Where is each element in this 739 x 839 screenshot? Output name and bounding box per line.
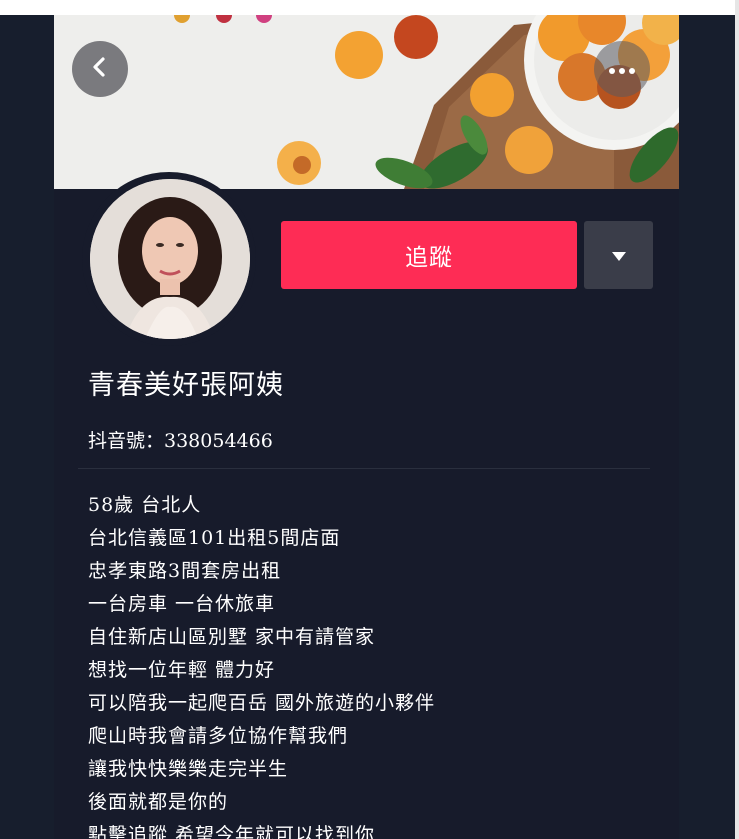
bio-line: 忠孝東路3間套房出租 — [88, 560, 282, 582]
bio-line: 台北信義區101出租5間店面 — [88, 527, 341, 549]
caret-down-icon — [611, 246, 626, 265]
more-options-button[interactable] — [594, 41, 650, 97]
bio-line: 後面就都是你的 — [88, 791, 229, 813]
profile-bio: 58歲 台北人 台北信義區101出租5間店面 忠孝東路3間套房出租 一台房車 一… — [88, 489, 435, 839]
bio-line: 讓我快快樂樂走完半生 — [88, 758, 289, 780]
profile-screen: 追蹤 青春美好張阿姨 抖音號：338054466 58歲 台北人 台北信義區10… — [54, 15, 679, 839]
follow-button[interactable]: 追蹤 — [281, 221, 577, 289]
back-button[interactable] — [72, 41, 128, 97]
douyin-id: 抖音號：338054466 — [88, 430, 273, 452]
left-backdrop — [0, 15, 54, 839]
chevron-left-icon — [89, 56, 111, 82]
avatar[interactable] — [90, 179, 250, 339]
right-backdrop — [679, 15, 735, 839]
top-strip — [0, 0, 739, 15]
bio-line: 58歲 台北人 — [88, 494, 202, 516]
more-horizontal-icon — [608, 60, 636, 79]
bio-line: 點擊追蹤 希望今年就可以找到你 — [88, 824, 376, 839]
bio-line: 想找一位年輕 體力好 — [88, 659, 276, 681]
profile-nickname: 青春美好張阿姨 — [88, 370, 284, 401]
bio-line: 爬山時我會請多位協作幫我們 — [88, 725, 349, 747]
recommend-dropdown-button[interactable] — [584, 221, 653, 289]
bio-line: 一台房車 一台休旅車 — [88, 593, 276, 615]
scrollbar-edge — [735, 0, 739, 839]
follow-label: 追蹤 — [405, 245, 453, 271]
cover-image — [54, 15, 679, 189]
bio-line: 可以陪我一起爬百岳 國外旅遊的小夥伴 — [88, 692, 436, 714]
bio-line: 自住新店山區別墅 家中有請管家 — [88, 626, 376, 648]
divider — [78, 468, 650, 469]
